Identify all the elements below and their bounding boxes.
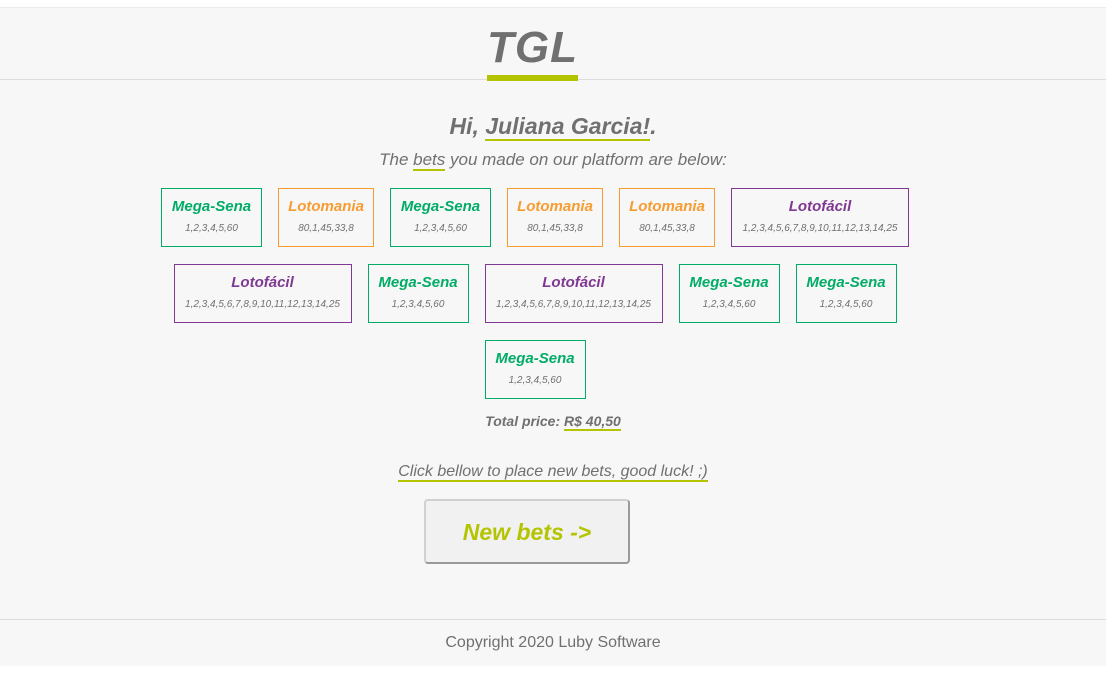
bet-numbers: 1,2,3,4,5,60: [508, 375, 562, 386]
copyright: Copyright 2020 Luby Software: [445, 634, 661, 651]
bet-game-name: Lotofácil: [231, 274, 294, 291]
bet-card: Mega-Sena 1,2,3,4,5,60: [161, 188, 262, 247]
new-bets-button[interactable]: New bets ->: [424, 499, 630, 564]
bet-card: Lotomania 80,1,45,33,8: [278, 188, 374, 247]
bets-link: bets: [413, 150, 446, 171]
logo[interactable]: TGL: [487, 23, 578, 81]
bet-numbers: 1,2,3,4,5,60: [391, 299, 445, 310]
bet-card: Mega-Sena 1,2,3,4,5,60: [367, 264, 469, 323]
bet-numbers: 1,2,3,4,5,6,7,8,9,10,11,12,13,14,25: [742, 223, 898, 234]
bet-game-name: Mega-Sena: [171, 198, 252, 215]
bet-game-name: Lotofácil: [788, 198, 852, 215]
footer: Copyright 2020 Luby Software: [0, 619, 1106, 667]
bet-numbers: 80,1,45,33,8: [527, 223, 583, 234]
bet-numbers: 1,2,3,4,5,60: [702, 299, 756, 310]
total-price: Total price: R$ 40,50: [0, 413, 1106, 431]
bet-game-name: Mega-Sena: [806, 274, 886, 291]
cta-message: Click bellow to place new bets, good luc…: [398, 463, 708, 482]
cta-text: Click bellow to place new bets, good luc…: [0, 463, 1106, 482]
total-label: Total price:: [485, 413, 564, 429]
bet-numbers: 80,1,45,33,8: [298, 223, 354, 234]
subtitle-after: you made on our platform are below:: [445, 150, 727, 169]
page: TGL Hi, Juliana Garcia!. The bets you ma…: [0, 0, 1106, 686]
bet-card: Mega-Sena 1,2,3,4,5,60: [795, 264, 897, 323]
bet-card: Mega-Sena 1,2,3,4,5,60: [678, 264, 780, 323]
bet-numbers: 1,2,3,4,5,6,7,8,9,10,11,12,13,14,25: [185, 299, 340, 310]
header: TGL: [0, 8, 1106, 81]
total-amount: R$ 40,50: [564, 413, 621, 431]
bet-game-name: Mega-Sena: [689, 274, 769, 291]
greeting: Hi, Juliana Garcia!.: [0, 113, 1106, 141]
bet-game-name: Lotomania: [629, 198, 705, 215]
subtitle: The bets you made on our platform are be…: [0, 150, 1106, 171]
bet-card: Lotofácil 1,2,3,4,5,6,7,8,9,10,11,12,13,1…: [731, 188, 909, 247]
bet-card: Lotofácil 1,2,3,4,5,6,7,8,9,10,11,12,13,1…: [173, 264, 352, 323]
subtitle-before: The: [379, 150, 414, 169]
greeting-prefix: Hi,: [449, 113, 486, 139]
bet-numbers: 80,1,45,33,8: [639, 223, 695, 234]
bets-list: Mega-Sena 1,2,3,4,5,60 Lotomania 80,1,45,33…: [150, 188, 920, 399]
bet-game-name: Lotomania: [517, 198, 593, 215]
bet-card: Lotomania 80,1,45,33,8: [507, 188, 603, 247]
bet-game-name: Mega-Sena: [378, 274, 458, 291]
bet-numbers: 1,2,3,4,5,60: [185, 223, 238, 234]
bet-numbers: 1,2,3,4,5,60: [414, 223, 467, 234]
bet-numbers: 1,2,3,4,5,60: [819, 299, 873, 310]
bet-card: Lotomania 80,1,45,33,8: [619, 188, 715, 247]
bet-game-name: Mega-Sena: [400, 198, 481, 215]
bet-game-name: Mega-Sena: [495, 350, 575, 367]
bet-card: Mega-Sena 1,2,3,4,5,60: [390, 188, 491, 247]
bet-numbers: 1,2,3,4,5,6,7,8,9,10,11,12,13,14,25: [496, 299, 651, 310]
bet-card: Mega-Sena 1,2,3,4,5,60: [484, 340, 586, 399]
bet-card: Lotofácil 1,2,3,4,5,6,7,8,9,10,11,12,13,1…: [484, 264, 663, 323]
top-strip: [0, 0, 1106, 8]
bet-game-name: Lotomania: [288, 198, 364, 215]
bottom-strip: [0, 666, 1106, 686]
user-name: Juliana Garcia!: [485, 113, 651, 141]
bet-game-name: Lotofácil: [542, 274, 605, 291]
greeting-suffix: .: [650, 113, 657, 139]
